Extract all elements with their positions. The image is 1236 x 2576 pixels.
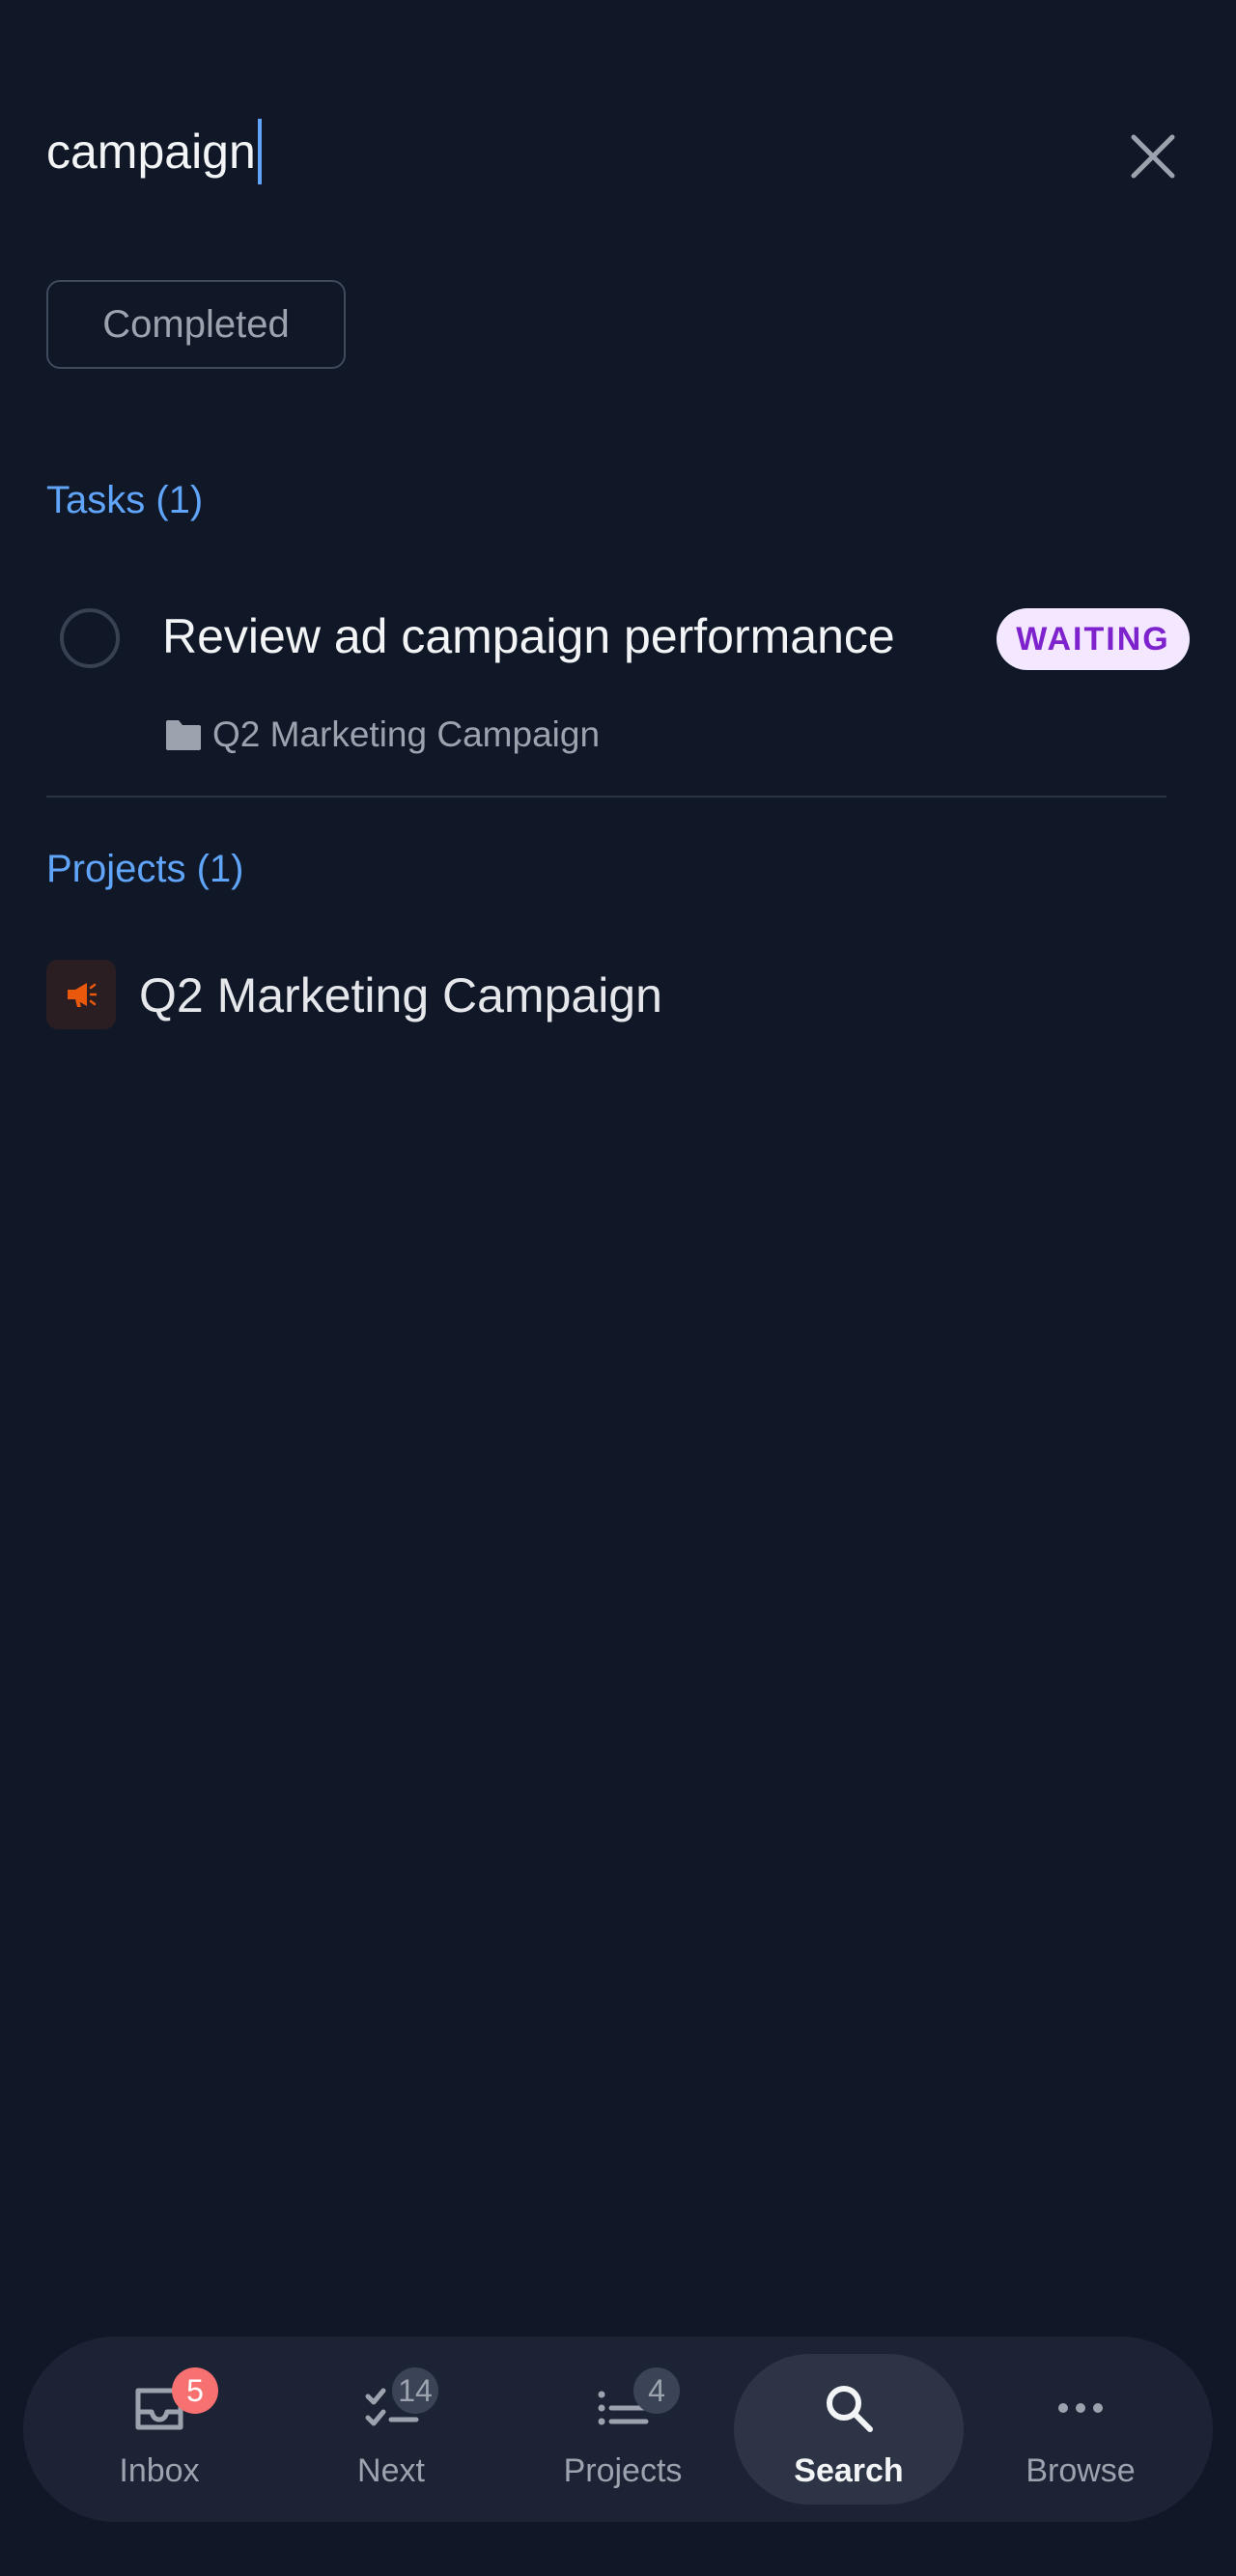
nav-label-next: Next — [357, 2452, 425, 2489]
project-icon-tile — [46, 960, 116, 1029]
project-row[interactable]: Q2 Marketing Campaign — [46, 956, 1190, 1033]
tasks-section-title: Tasks (1) — [46, 479, 204, 521]
folder-icon — [166, 720, 201, 750]
status-badge: WAITING — [997, 608, 1190, 670]
nav-label-browse: Browse — [1025, 2452, 1136, 2489]
bottom-nav: 5 Inbox 14 Next 4 Projects Search Browse — [23, 2337, 1213, 2522]
megaphone-icon — [68, 983, 98, 1007]
text-caret — [257, 118, 262, 184]
next-count-badge: 14 — [392, 2367, 438, 2414]
search-input[interactable]: campaign — [46, 118, 262, 184]
nav-item-inbox[interactable]: 5 Inbox — [44, 2354, 274, 2505]
nav-item-browse[interactable]: Browse — [966, 2354, 1195, 2505]
nav-item-search[interactable]: Search — [734, 2354, 964, 2505]
task-project-label: Q2 Marketing Campaign — [164, 714, 600, 755]
section-divider — [46, 796, 1166, 798]
search-bar: campaign — [46, 116, 1190, 187]
nav-label-search: Search — [794, 2452, 904, 2489]
nav-label-inbox: Inbox — [119, 2452, 200, 2489]
task-project-name: Q2 Marketing Campaign — [212, 714, 601, 754]
projects-count-badge: 4 — [633, 2367, 680, 2414]
close-icon — [1131, 134, 1175, 179]
search-icon — [827, 2386, 873, 2432]
search-query-text: campaign — [46, 125, 256, 179]
task-row[interactable]: Review ad campaign performance WAITING Q… — [46, 579, 1190, 796]
task-title: Review ad campaign performance — [162, 609, 895, 663]
projects-section-title: Projects (1) — [46, 848, 244, 890]
inbox-count-badge: 5 — [172, 2367, 218, 2414]
task-checkbox[interactable] — [60, 608, 120, 668]
nav-item-projects[interactable]: 4 Projects — [508, 2354, 738, 2505]
project-name: Q2 Marketing Campaign — [139, 968, 662, 1022]
completed-filter-chip[interactable]: Completed — [46, 280, 346, 369]
nav-label-projects: Projects — [563, 2452, 683, 2489]
nav-item-next[interactable]: 14 Next — [276, 2354, 506, 2505]
close-search-button[interactable] — [1126, 129, 1180, 183]
more-icon — [1058, 2403, 1103, 2413]
